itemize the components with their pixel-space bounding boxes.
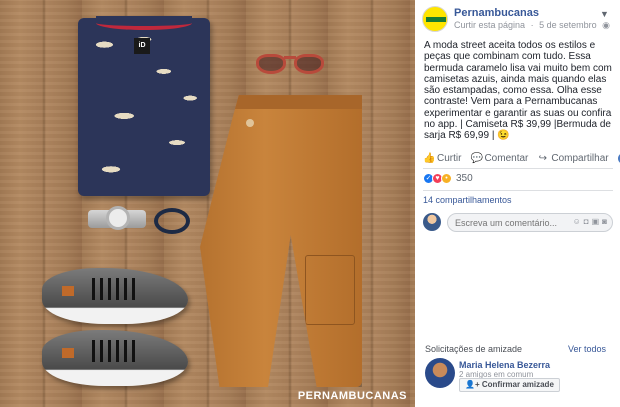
reactions-summary[interactable]: ✓ ♥ • 350: [423, 173, 473, 184]
chevron-down-icon[interactable]: ▼: [600, 9, 610, 19]
facebook-photo-viewer: iD PERNAMBUCANAS Pernambucanas Curtir es…: [0, 0, 620, 407]
post-date-link[interactable]: 5 de setembro: [539, 20, 597, 30]
page-avatar[interactable]: [422, 6, 448, 32]
like-button[interactable]: 👍 Curtir: [423, 153, 461, 164]
page-name-link[interactable]: Pernambucanas: [454, 7, 539, 19]
reaction-count: 350: [456, 173, 473, 184]
comment-label: Comentar: [484, 152, 529, 164]
sneaker-laces: [92, 340, 138, 362]
photo-watermark: PERNAMBUCANAS: [297, 390, 407, 402]
like-label: Curtir: [437, 152, 462, 164]
friend-requests: Solicitações de amizade Ver todos Maria …: [415, 340, 620, 407]
meta-separator: ·: [530, 20, 534, 30]
confirm-friend-button[interactable]: 👤+ Confirmar amizade: [459, 378, 560, 392]
sneaker-laces: [92, 278, 138, 300]
page-logo-stripe: [426, 17, 446, 22]
tshirt-collar: [96, 16, 192, 30]
comment-button[interactable]: 💬 Comentar: [470, 153, 528, 164]
post-actions: 👍 Curtir 💬 Comentar ↪ Compartilhar ▼: [423, 150, 620, 166]
post-header: Pernambucanas Curtir esta página · 5 de …: [415, 0, 620, 34]
tshirt-tag: iD: [134, 38, 150, 54]
share-arrow-icon: ↪: [538, 152, 548, 164]
divider: [423, 168, 613, 169]
like-page-link[interactable]: Curtir esta página: [454, 20, 525, 30]
watch-image: [88, 206, 146, 230]
friend-avatar[interactable]: [425, 358, 455, 388]
comment-composer: ☺ ◘ ▣ ◙: [423, 212, 613, 234]
sneaker-logo: [62, 286, 74, 296]
shorts-button: [246, 119, 254, 127]
sneaker-image: [42, 268, 188, 324]
emoji-icon[interactable]: ☺: [573, 217, 581, 226]
add-friend-icon: 👤+: [465, 380, 480, 389]
bracelet-image: [154, 208, 190, 234]
shorts-pocket: [305, 255, 355, 325]
shorts-waistband: [200, 95, 362, 109]
gif-icon[interactable]: ▣: [592, 217, 600, 226]
watch-face: [106, 206, 130, 230]
friend-requests-heading: Solicitações de amizade: [425, 344, 523, 354]
wow-reaction-icon: •: [441, 173, 452, 184]
share-button[interactable]: ↪ Compartilhar: [537, 152, 609, 164]
sticker-icon[interactable]: ◙: [602, 217, 607, 226]
thumbs-up-icon: 👍: [423, 152, 436, 164]
friend-name-link[interactable]: Maria Helena Bezerra: [459, 360, 550, 370]
shares-link[interactable]: 14 compartilhamentos: [423, 195, 512, 205]
share-label: Compartilhar: [551, 152, 609, 164]
sunglasses-image: [254, 50, 326, 76]
tshirt-image: iD: [78, 16, 210, 196]
post-body-text: A moda street aceita todos os estilos e …: [424, 40, 612, 142]
divider: [423, 190, 613, 191]
sunglasses-lens-left: [256, 54, 286, 74]
post-photo[interactable]: iD PERNAMBUCANAS: [0, 0, 415, 407]
post-panel: Pernambucanas Curtir esta página · 5 de …: [415, 0, 620, 407]
sunglasses-lens-right: [294, 54, 324, 74]
see-all-link[interactable]: Ver todos: [568, 344, 606, 354]
confirm-friend-label: Confirmar amizade: [481, 380, 554, 389]
comment-bubble-icon: 💬: [470, 152, 483, 164]
user-avatar: [423, 213, 441, 231]
globe-icon: ◉: [602, 20, 610, 30]
sneaker-image: [42, 330, 188, 386]
camera-icon[interactable]: ◘: [584, 217, 589, 226]
post-meta: Curtir esta página · 5 de setembro ◉: [454, 20, 613, 31]
sneaker-logo: [62, 348, 74, 358]
shorts-image: [200, 95, 362, 387]
comment-tools: ☺ ◘ ▣ ◙: [573, 217, 607, 226]
